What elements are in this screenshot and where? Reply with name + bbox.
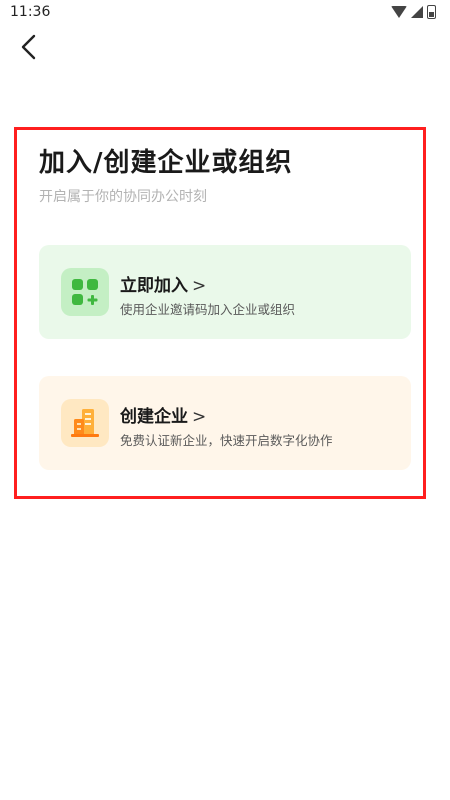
page-subtitle: 开启属于你的协同办公时刻 — [39, 189, 207, 205]
create-enterprise-title: 创建企业 > — [120, 402, 206, 427]
back-arrow-icon — [21, 34, 36, 60]
create-enterprise-description: 免费认证新企业，快速开启数字化协作 — [120, 433, 333, 448]
join-now-card[interactable]: 立即加入 > 使用企业邀请码加入企业或组织 — [39, 245, 411, 339]
join-now-label: 立即加入 — [120, 276, 188, 296]
status-icons — [391, 5, 436, 19]
chevron-right-icon: > — [192, 407, 207, 427]
back-button[interactable] — [14, 32, 44, 62]
join-now-title: 立即加入 > — [120, 271, 206, 296]
battery-icon — [427, 5, 436, 19]
create-enterprise-label: 创建企业 — [120, 407, 188, 427]
create-enterprise-card[interactable]: 创建企业 > 免费认证新企业，快速开启数字化协作 — [39, 376, 411, 470]
page-title: 加入/创建企业或组织 — [39, 148, 293, 178]
chevron-right-icon: > — [192, 276, 207, 296]
signal-icon — [411, 6, 423, 18]
status-bar: 11:36 — [0, 0, 450, 26]
status-time: 11:36 — [10, 4, 51, 20]
join-now-description: 使用企业邀请码加入企业或组织 — [120, 302, 296, 317]
wifi-icon — [391, 6, 407, 18]
grid-add-icon — [61, 268, 109, 316]
building-icon — [61, 399, 109, 447]
